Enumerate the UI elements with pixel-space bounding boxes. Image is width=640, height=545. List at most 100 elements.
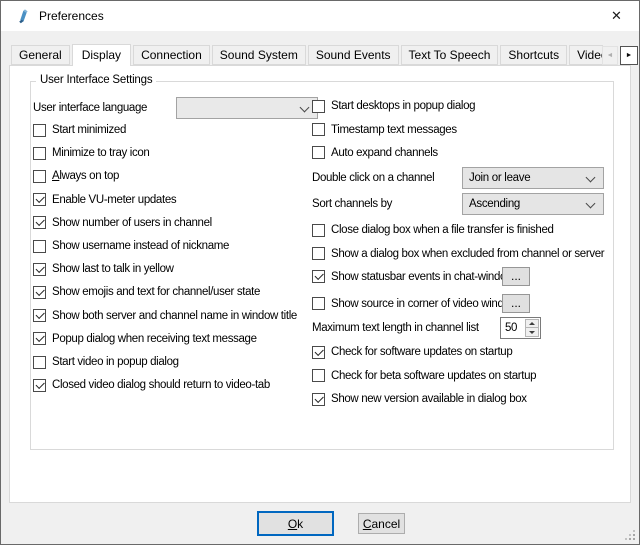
checkbox[interactable] bbox=[312, 224, 325, 237]
tab-scroll-left-button[interactable]: ◄ bbox=[602, 46, 618, 65]
checkbox[interactable] bbox=[33, 309, 46, 322]
settings-row: Show emojis and text for channel/user st… bbox=[33, 282, 308, 302]
chevron-down-icon bbox=[300, 103, 310, 113]
tab-shortcuts[interactable]: Shortcuts bbox=[500, 45, 567, 65]
checkbox-label[interactable]: Enable VU-meter updates bbox=[52, 193, 176, 207]
window-title: Preferences bbox=[39, 1, 104, 31]
dropdown[interactable]: Join or leave bbox=[462, 167, 604, 189]
tab-connection[interactable]: Connection bbox=[133, 45, 210, 65]
checkbox[interactable] bbox=[312, 346, 325, 359]
checkbox-label[interactable]: Start video in popup dialog bbox=[52, 355, 179, 369]
down-arrow-icon bbox=[529, 331, 535, 334]
checkbox-label[interactable]: Auto expand channels bbox=[331, 146, 438, 160]
field-label: Double click on a channel bbox=[312, 171, 434, 185]
checkbox-label[interactable]: Show username instead of nickname bbox=[52, 239, 229, 253]
checkbox-label[interactable]: Popup dialog when receiving text message bbox=[52, 332, 257, 346]
checkbox-label[interactable]: Closed video dialog should return to vid… bbox=[52, 378, 270, 392]
checkbox-label[interactable]: Show both server and channel name in win… bbox=[52, 309, 297, 323]
settings-row: Start minimized bbox=[33, 120, 308, 140]
chevron-down-icon bbox=[586, 199, 596, 209]
checkbox-label[interactable]: Always on top bbox=[52, 169, 119, 183]
checkbox[interactable] bbox=[312, 123, 325, 136]
checkbox[interactable] bbox=[33, 216, 46, 229]
field-label: Maximum text length in channel list bbox=[312, 321, 479, 335]
checkbox-label[interactable]: Show last to talk in yellow bbox=[52, 262, 174, 276]
field-label: Sort channels by bbox=[312, 197, 392, 211]
checkbox-label[interactable]: Minimize to tray icon bbox=[52, 146, 149, 160]
checkbox[interactable] bbox=[33, 286, 46, 299]
app-icon bbox=[14, 8, 30, 24]
checkbox[interactable] bbox=[312, 270, 325, 283]
group-box-title: User Interface Settings bbox=[36, 74, 156, 87]
checkbox[interactable] bbox=[33, 332, 46, 345]
tab-text-to-speech[interactable]: Text To Speech bbox=[401, 45, 499, 65]
checkbox[interactable] bbox=[312, 146, 325, 159]
checkbox-label[interactable]: Start desktops in popup dialog bbox=[331, 99, 475, 113]
checkbox[interactable] bbox=[312, 297, 325, 310]
settings-row: Maximum text length in channel list 50 bbox=[312, 318, 614, 338]
settings-row: Close dialog box when a file transfer is… bbox=[312, 220, 614, 240]
checkbox[interactable] bbox=[33, 263, 46, 276]
dropdown[interactable]: Ascending bbox=[462, 193, 604, 215]
checkbox-label[interactable]: Check for software updates on startup bbox=[331, 345, 512, 359]
spin-up-button[interactable] bbox=[525, 319, 539, 328]
settings-row: Show number of users in channel bbox=[33, 213, 308, 233]
language-label: User interface language bbox=[33, 101, 147, 115]
checkbox-label[interactable]: Start minimized bbox=[52, 123, 126, 137]
checkbox[interactable] bbox=[33, 240, 46, 253]
settings-row: Show source in corner of video window... bbox=[312, 294, 614, 314]
settings-row: Popup dialog when receiving text message bbox=[33, 329, 308, 349]
tab-page: User Interface Settings User interface l… bbox=[9, 65, 631, 503]
checkbox-label[interactable]: Show a dialog box when excluded from cha… bbox=[331, 247, 604, 261]
checkbox[interactable] bbox=[33, 193, 46, 206]
tab-video[interactable]: Video bbox=[569, 45, 603, 65]
checkbox[interactable] bbox=[33, 379, 46, 392]
tab-scroll-right-button[interactable]: ► bbox=[620, 46, 638, 65]
ok-button[interactable]: Ok bbox=[257, 511, 334, 536]
checkbox[interactable] bbox=[312, 369, 325, 382]
resize-grip[interactable] bbox=[633, 538, 635, 540]
checkbox-label[interactable]: Check for beta software updates on start… bbox=[331, 369, 536, 383]
settings-row: Show a dialog box when excluded from cha… bbox=[312, 244, 614, 264]
checkbox[interactable] bbox=[33, 147, 46, 160]
checkbox-label[interactable]: Show source in corner of video window bbox=[331, 297, 518, 311]
ellipsis-button[interactable]: ... bbox=[502, 267, 530, 286]
settings-row: Show username instead of nickname bbox=[33, 236, 308, 256]
checkbox[interactable] bbox=[33, 124, 46, 137]
up-arrow-icon bbox=[529, 322, 535, 325]
settings-row: Check for beta software updates on start… bbox=[312, 366, 614, 386]
tab-general[interactable]: General bbox=[11, 45, 70, 65]
checkbox-label[interactable]: Show emojis and text for channel/user st… bbox=[52, 285, 260, 299]
checkbox-label[interactable]: Show statusbar events in chat-window bbox=[331, 270, 514, 284]
ellipsis-button[interactable]: ... bbox=[502, 294, 530, 313]
settings-row: Closed video dialog should return to vid… bbox=[33, 375, 308, 395]
preferences-dialog: Preferences ✕ GeneralDisplayConnectionSo… bbox=[0, 0, 640, 545]
quantity-stepper[interactable]: 50 bbox=[500, 317, 541, 339]
settings-row: Double click on a channel Join or leave bbox=[312, 168, 614, 188]
checkbox-label[interactable]: Show new version available in dialog box bbox=[331, 392, 527, 406]
cancel-button[interactable]: Cancel bbox=[358, 513, 405, 534]
checkbox[interactable] bbox=[312, 100, 325, 113]
checkbox-label[interactable]: Close dialog box when a file transfer is… bbox=[331, 223, 554, 237]
settings-row: Show statusbar events in chat-window... bbox=[312, 267, 614, 287]
settings-row: Sort channels by Ascending bbox=[312, 194, 614, 214]
checkbox[interactable] bbox=[312, 393, 325, 406]
tab-sound-events[interactable]: Sound Events bbox=[308, 45, 399, 65]
settings-row: Enable VU-meter updates bbox=[33, 190, 308, 210]
checkbox-label[interactable]: Timestamp text messages bbox=[331, 123, 457, 137]
tab-sound-system[interactable]: Sound System bbox=[212, 45, 306, 65]
checkbox[interactable] bbox=[312, 247, 325, 260]
settings-row: Check for software updates on startup bbox=[312, 342, 614, 362]
tab-display[interactable]: Display bbox=[72, 44, 131, 66]
checkbox[interactable] bbox=[33, 170, 46, 183]
settings-row: Show last to talk in yellow bbox=[33, 259, 308, 279]
close-button[interactable]: ✕ bbox=[594, 1, 639, 31]
checkbox-label[interactable]: Show number of users in channel bbox=[52, 216, 212, 230]
spin-value: 50 bbox=[505, 318, 517, 338]
checkbox[interactable] bbox=[33, 356, 46, 369]
settings-row: Show both server and channel name in win… bbox=[33, 306, 308, 326]
title-bar[interactable]: Preferences ✕ bbox=[1, 1, 639, 31]
spin-down-button[interactable] bbox=[525, 328, 539, 337]
language-dropdown[interactable] bbox=[176, 97, 318, 119]
settings-row: Start desktops in popup dialog bbox=[312, 96, 614, 116]
